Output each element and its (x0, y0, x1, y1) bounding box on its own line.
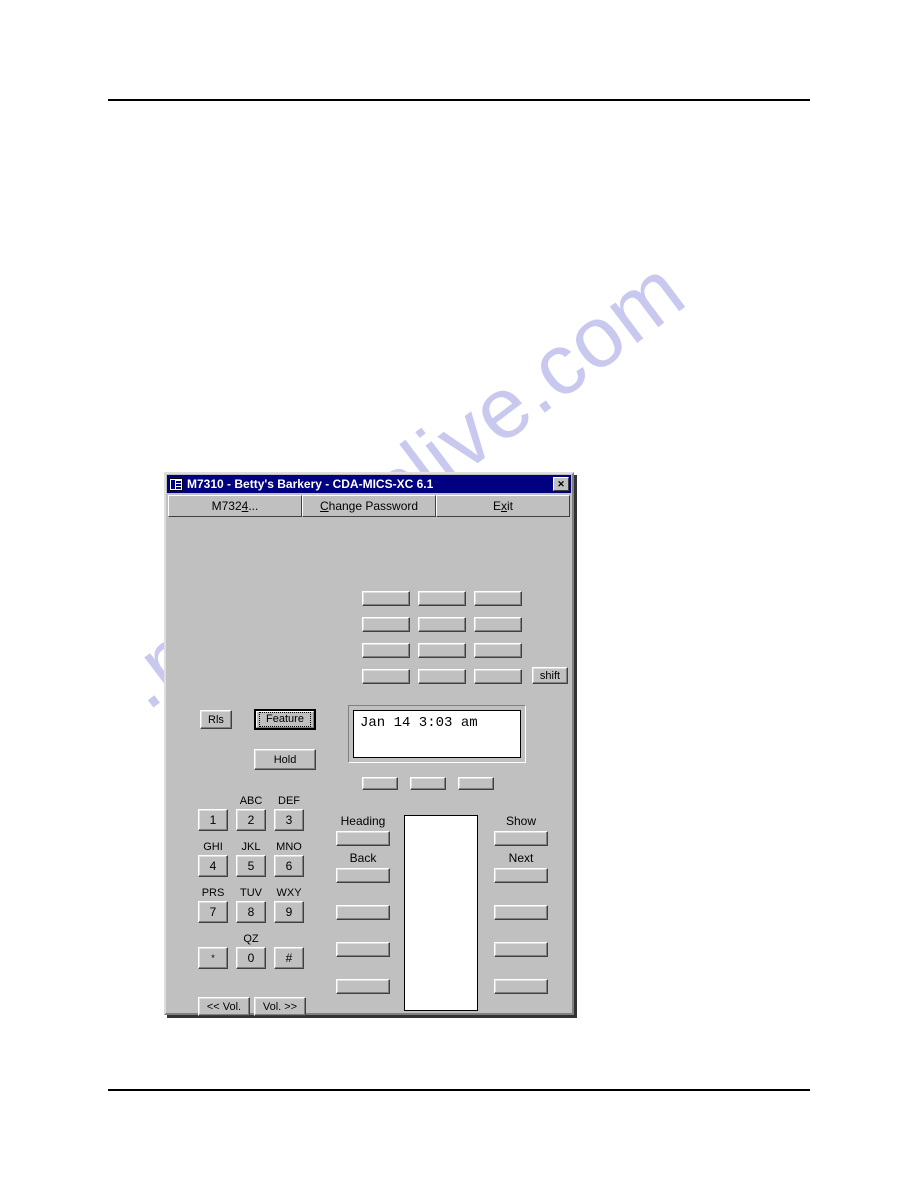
menu-accel-change-password: C (319, 499, 329, 513)
dialpad-letters-0: QZ (243, 933, 259, 945)
memory-key-2[interactable] (418, 591, 466, 606)
menu-item-m7324[interactable]: M732 4... (168, 495, 302, 517)
dialpad-key-1[interactable]: 1 (198, 809, 228, 831)
memory-key-11[interactable] (418, 669, 466, 684)
menu-label-change-password-suffix: hange Password (328, 499, 419, 513)
release-key[interactable]: Rls (200, 710, 232, 729)
soft-key-right-3[interactable] (494, 905, 548, 920)
menu-item-exit[interactable]: Ex it (436, 495, 570, 517)
dialpad-key-hash[interactable]: # (274, 947, 304, 969)
dialpad-key-4[interactable]: 4 (198, 855, 228, 877)
lcd-line-1: Jan 14 3:03 am (360, 715, 478, 731)
feature-key-inner: Feature (256, 711, 314, 728)
dialpad-letters-9: WXY (276, 887, 302, 899)
dialpad-letters-5: JKL (241, 841, 261, 853)
memory-key-3[interactable] (474, 591, 522, 606)
dialpad-letters-2: ABC (239, 795, 263, 807)
dialpad-key-6[interactable]: 6 (274, 855, 304, 877)
dialpad-letters-8: TUV (240, 887, 262, 899)
soft-key-right-5[interactable] (494, 979, 548, 994)
dialpad-letters-7: PRS (201, 887, 225, 899)
memory-key-1[interactable] (362, 591, 410, 606)
lcd-display-screen: Jan 14 3:03 am (353, 710, 521, 758)
memory-key-12[interactable] (474, 669, 522, 684)
dialpad-letters-4: GHI (203, 841, 223, 853)
m7310-application-window: M7310 - Betty's Barkery - CDA-MICS-XC 6.… (164, 472, 574, 1016)
dialpad-key-5[interactable]: 5 (236, 855, 266, 877)
title-bar: M7310 - Betty's Barkery - CDA-MICS-XC 6.… (167, 475, 571, 493)
dialpad-key-9[interactable]: 9 (274, 901, 304, 923)
shift-key[interactable]: shift (532, 667, 568, 684)
menu-accel-m7324: 4 (241, 499, 249, 513)
menu-label-m7324-suffix: ... (248, 499, 259, 513)
memory-key-10[interactable] (362, 669, 410, 684)
soft-label-show: Show (505, 814, 537, 828)
soft-label-next: Next (508, 851, 534, 865)
lcd-soft-key-3[interactable] (458, 777, 494, 790)
memory-key-5[interactable] (418, 617, 466, 632)
soft-key-heading[interactable] (336, 831, 390, 846)
dialpad-key-0[interactable]: 0 (236, 947, 266, 969)
volume-down-key[interactable]: << Vol. (198, 997, 250, 1016)
lcd-display-frame: Jan 14 3:03 am (348, 705, 526, 763)
soft-label-back: Back (349, 851, 377, 865)
menu-label-exit-suffix: it (507, 499, 513, 513)
application-icon (169, 477, 183, 491)
soft-key-left-4[interactable] (336, 942, 390, 957)
soft-key-next[interactable] (494, 868, 548, 883)
dialpad-key-7[interactable]: 7 (198, 901, 228, 923)
memory-key-6[interactable] (474, 617, 522, 632)
memory-key-4[interactable] (362, 617, 410, 632)
menu-label-m7324-prefix: M732 (211, 499, 242, 513)
dialpad-key-3[interactable]: 3 (274, 809, 304, 831)
soft-key-left-3[interactable] (336, 905, 390, 920)
soft-key-show[interactable] (494, 831, 548, 846)
footer-rule (108, 1089, 810, 1091)
hold-key[interactable]: Hold (254, 749, 316, 770)
dialpad-letters-6: MNO (276, 841, 302, 853)
phone-faceplate: shift Rls Feature Hold Jan 14 3:03 am AB… (168, 519, 570, 1016)
directory-panel[interactable] (404, 815, 478, 1011)
close-icon[interactable]: ✕ (553, 477, 569, 491)
soft-key-back[interactable] (336, 868, 390, 883)
menu-bar: M732 4... Change Password Ex it (168, 495, 570, 517)
feature-key[interactable]: Feature (254, 709, 316, 730)
memory-key-9[interactable] (474, 643, 522, 658)
lcd-soft-key-1[interactable] (362, 777, 398, 790)
memory-key-8[interactable] (418, 643, 466, 658)
menu-label-exit-prefix: E (492, 499, 501, 513)
lcd-soft-key-2[interactable] (410, 777, 446, 790)
dialpad-key-8[interactable]: 8 (236, 901, 266, 923)
menu-item-change-password[interactable]: Change Password (302, 495, 436, 517)
memory-key-7[interactable] (362, 643, 410, 658)
dialpad-key-2[interactable]: 2 (236, 809, 266, 831)
feature-key-label: Feature (259, 712, 311, 727)
soft-key-left-5[interactable] (336, 979, 390, 994)
dialpad-letters-3: DEF (278, 795, 300, 807)
soft-label-heading: Heading (340, 814, 386, 828)
dialpad-key-star[interactable]: * (198, 947, 228, 969)
window-title: M7310 - Betty's Barkery - CDA-MICS-XC 6.… (187, 477, 434, 491)
header-rule (108, 99, 810, 101)
volume-up-key[interactable]: Vol. >> (254, 997, 306, 1016)
soft-key-right-4[interactable] (494, 942, 548, 957)
